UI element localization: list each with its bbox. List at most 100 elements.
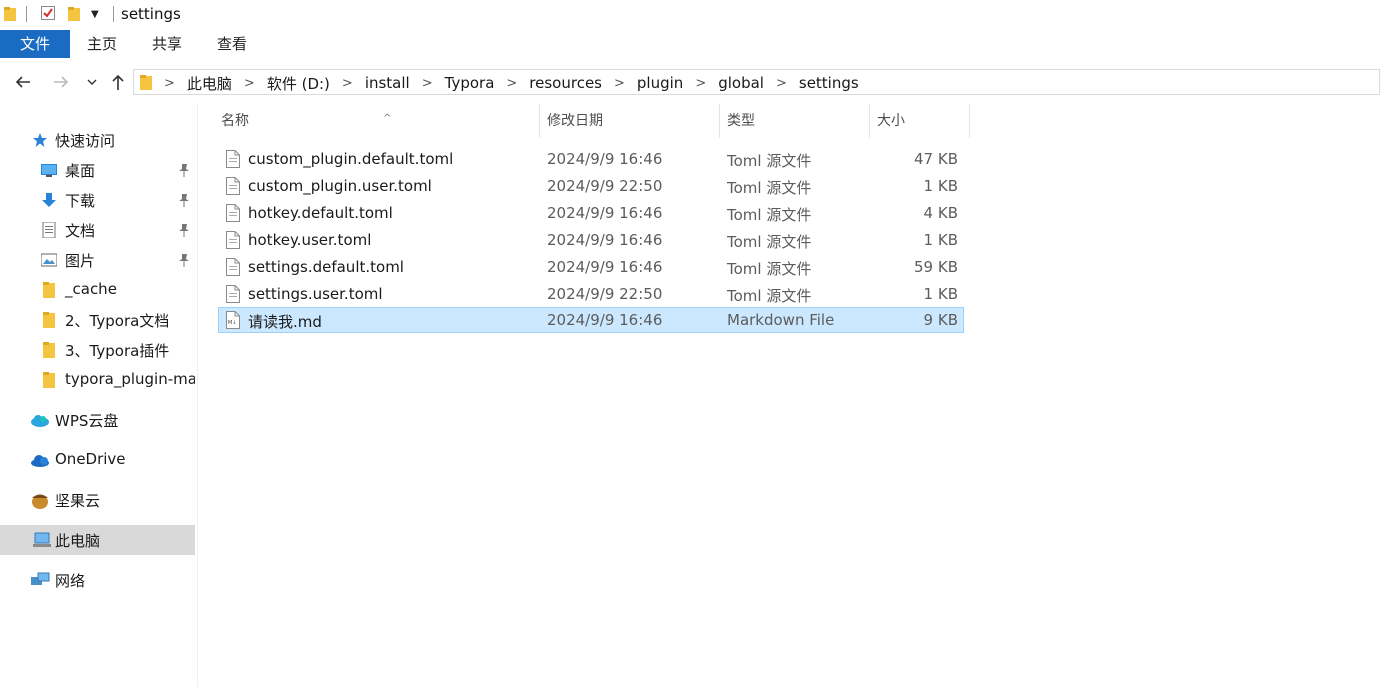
sidebar-item-this-pc[interactable]: 此电脑 [0, 525, 195, 555]
address-bar[interactable]: > 此电脑 > 软件 (D:) > install > Typora > res… [133, 69, 1380, 95]
sidebar-item-label: WPS云盘 [55, 412, 119, 430]
forward-icon[interactable] [50, 71, 72, 93]
sort-ascending-icon: ^ [383, 113, 392, 124]
breadcrumb-settings[interactable]: settings [799, 74, 859, 92]
column-header-date[interactable]: 修改日期 [547, 104, 717, 138]
file-type: Toml 源文件 [727, 152, 812, 170]
sidebar-item-desktop[interactable]: 桌面 [0, 155, 195, 185]
navigation-bar: > 此电脑 > 软件 (D:) > install > Typora > res… [0, 66, 1380, 98]
file-name: hotkey.user.toml [248, 231, 372, 249]
file-size: 47 KB [914, 150, 958, 168]
column-header-name[interactable]: 名称 ^ [221, 104, 539, 138]
tab-view[interactable]: 查看 [212, 30, 252, 58]
file-name: 请读我.md [248, 313, 322, 331]
file-date: 2024/9/9 16:46 [547, 231, 663, 249]
sidebar-item-label: typora_plugin-ma [65, 370, 195, 388]
sidebar-item-quick-access[interactable]: 快速访问 [0, 125, 195, 155]
file-type: Toml 源文件 [727, 206, 812, 224]
sidebar-item-onedrive[interactable]: OneDrive [0, 445, 195, 475]
properties-icon[interactable] [41, 6, 55, 20]
file-size: 1 KB [923, 177, 958, 195]
new-folder-icon[interactable] [68, 7, 80, 21]
star-icon [33, 133, 47, 147]
breadcrumb-install[interactable]: install [365, 74, 410, 92]
title-separator [26, 6, 27, 22]
file-type: Markdown File [727, 311, 835, 329]
back-icon[interactable] [12, 71, 34, 93]
file-list: 名称 ^ 修改日期 类型 大小 custom_plugin.default.to… [210, 104, 1380, 687]
pin-icon [179, 194, 189, 207]
sidebar-item-cache[interactable]: _cache [0, 275, 195, 305]
sidebar-item-label: 下载 [65, 192, 96, 210]
column-header-size[interactable]: 大小 [877, 104, 967, 138]
folder-icon [140, 75, 152, 90]
file-type: Toml 源文件 [727, 287, 812, 305]
toml-file-icon [226, 177, 240, 195]
column-header-type[interactable]: 类型 [727, 104, 867, 138]
breadcrumb: > 此电脑 > 软件 (D:) > install > Typora > res… [164, 73, 859, 94]
file-name: settings.default.toml [248, 258, 404, 276]
table-row[interactable]: settings.user.toml 2024/9/9 22:50 Toml 源… [218, 281, 964, 307]
title-bar: ▼ settings [0, 0, 1380, 30]
markdown-file-icon: M↓ [226, 311, 240, 329]
sidebar-item-label: 3、Typora插件 [65, 342, 170, 360]
svg-text:M↓: M↓ [228, 320, 237, 326]
sidebar-item-typora-docs[interactable]: 2、Typora文档 [0, 305, 195, 335]
file-name: hotkey.default.toml [248, 204, 393, 222]
picture-icon [41, 253, 57, 267]
table-row[interactable]: hotkey.default.toml 2024/9/9 16:46 Toml … [218, 200, 964, 226]
breadcrumb-typora[interactable]: Typora [445, 74, 495, 92]
column-header-label: 名称 [221, 113, 249, 129]
pin-icon [179, 224, 189, 237]
table-row[interactable]: settings.default.toml 2024/9/9 16:46 Tom… [218, 254, 964, 280]
folder-icon [4, 7, 16, 21]
file-type: Toml 源文件 [727, 260, 812, 278]
table-row[interactable]: custom_plugin.user.toml 2024/9/9 22:50 T… [218, 173, 964, 199]
sidebar-item-label: 坚果云 [55, 492, 101, 510]
up-icon[interactable] [107, 71, 129, 93]
tab-share[interactable]: 共享 [147, 30, 187, 58]
breadcrumb-drive-d[interactable]: 软件 (D:) [267, 73, 330, 94]
sidebar-item-wps-cloud[interactable]: WPS云盘 [0, 405, 195, 435]
folder-icon [43, 342, 55, 358]
toml-file-icon [226, 231, 240, 249]
file-date: 2024/9/9 16:46 [547, 204, 663, 222]
pin-icon [179, 164, 189, 177]
network-icon [31, 572, 50, 585]
table-row[interactable]: custom_plugin.default.toml 2024/9/9 16:4… [218, 146, 964, 172]
sidebar-item-pictures[interactable]: 图片 [0, 245, 195, 275]
tab-home[interactable]: 主页 [82, 30, 122, 58]
folder-icon [43, 282, 55, 298]
column-separator[interactable] [969, 104, 970, 138]
sidebar-item-network[interactable]: 网络 [0, 565, 195, 595]
recent-locations-icon[interactable] [84, 71, 100, 93]
file-date: 2024/9/9 16:46 [547, 311, 663, 329]
column-separator[interactable] [869, 104, 870, 138]
sidebar-item-nutstore[interactable]: 坚果云 [0, 485, 195, 515]
sidebar-item-label: 文档 [65, 222, 96, 240]
sidebar-item-label: OneDrive [55, 450, 126, 468]
table-row[interactable]: hotkey.user.toml 2024/9/9 16:46 Toml 源文件… [218, 227, 964, 253]
sidebar-item-typora-plugin-master[interactable]: typora_plugin-ma [0, 365, 195, 395]
navigation-pane: 快速访问 桌面 下载 文档 图片 _cache 2、Typora文档 3、Typ… [0, 104, 197, 687]
toml-file-icon [226, 285, 240, 303]
quick-access-dropdown-icon[interactable]: ▼ [91, 9, 99, 20]
sidebar-item-downloads[interactable]: 下载 [0, 185, 195, 215]
tab-file[interactable]: 文件 [0, 30, 70, 58]
this-pc-icon [33, 532, 51, 547]
breadcrumb-plugin[interactable]: plugin [637, 74, 683, 92]
sidebar-item-typora-plugins[interactable]: 3、Typora插件 [0, 335, 195, 365]
sidebar-item-documents[interactable]: 文档 [0, 215, 195, 245]
pane-divider [197, 104, 198, 687]
file-date: 2024/9/9 22:50 [547, 285, 663, 303]
file-date: 2024/9/9 16:46 [547, 258, 663, 276]
toml-file-icon [226, 204, 240, 222]
table-row[interactable]: M↓ 请读我.md 2024/9/9 16:46 Markdown File 9… [218, 307, 964, 333]
breadcrumb-resources[interactable]: resources [529, 74, 602, 92]
column-separator[interactable] [719, 104, 720, 138]
breadcrumb-global[interactable]: global [718, 74, 764, 92]
column-separator[interactable] [539, 104, 540, 138]
breadcrumb-this-pc[interactable]: 此电脑 [187, 73, 232, 94]
sidebar-item-label: 此电脑 [55, 532, 101, 550]
ribbon: 文件 主页 共享 查看 [0, 30, 1380, 58]
